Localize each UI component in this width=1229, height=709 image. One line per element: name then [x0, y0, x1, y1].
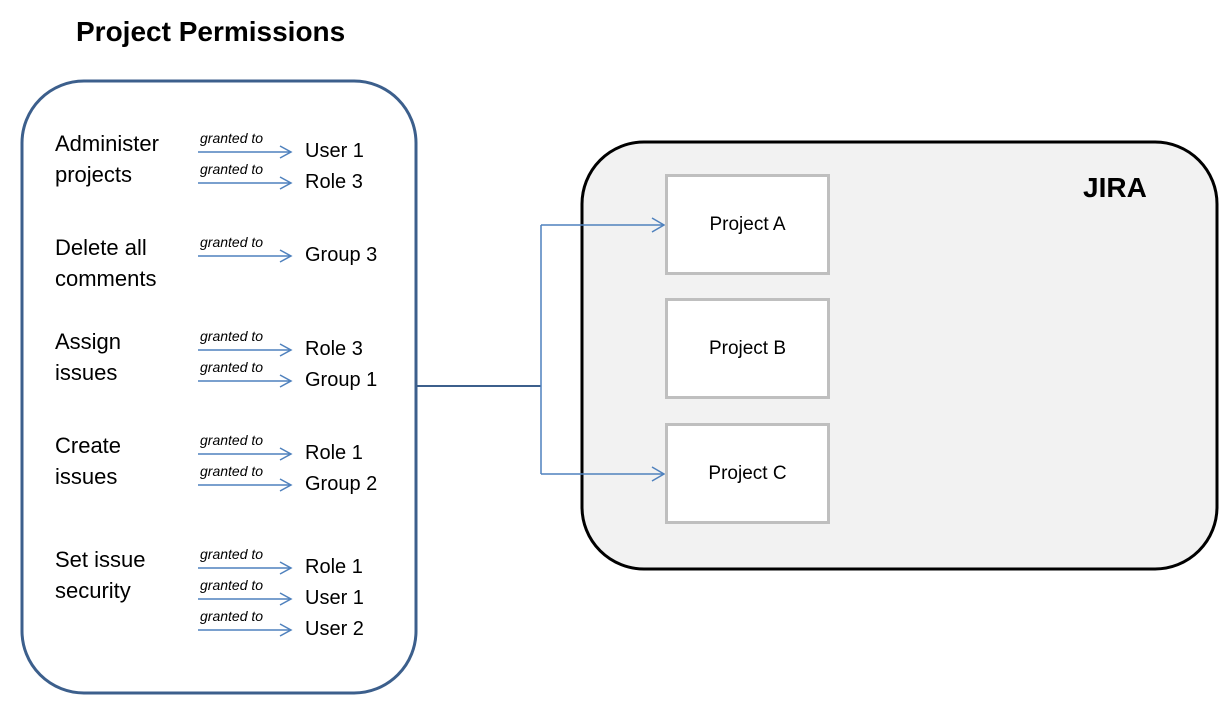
project-c-label: Project C [708, 462, 787, 484]
grantee: User 2 [305, 618, 364, 640]
permission-name: Create issues [55, 433, 122, 489]
grantee: Role 1 [305, 556, 363, 578]
permission-name: Set issue security [55, 547, 146, 603]
granted-to-label: granted to [200, 463, 264, 479]
grantee: Role 3 [305, 338, 363, 360]
grantee: Group 1 [305, 369, 378, 391]
grantee: User 1 [305, 140, 364, 162]
diagram-canvas [20, 79, 1219, 695]
granted-to-label: granted to [200, 432, 264, 448]
project-c-box: Project C [665, 423, 830, 524]
granted-to-label: granted to [200, 577, 264, 593]
granted-to-label: granted to [200, 130, 264, 146]
granted-to-label: granted to [200, 608, 264, 624]
grantee: Role 3 [305, 171, 363, 193]
page-title: Project Permissions [76, 16, 346, 47]
granted-to-label: granted to [200, 328, 264, 344]
project-a-label: Project A [709, 213, 786, 235]
permission-name: Delete all comments [55, 235, 157, 291]
grantee: Role 1 [305, 442, 363, 464]
granted-to-label: granted to [200, 161, 264, 177]
grantee: User 1 [305, 587, 364, 609]
project-a-box: Project A [665, 174, 830, 275]
granted-to-label: granted to [200, 546, 264, 562]
jira-label: JIRA [1083, 172, 1147, 203]
project-b-label: Project B [708, 337, 787, 359]
granted-to-label: granted to [200, 359, 264, 375]
permission-name: Assign issues [55, 329, 122, 385]
permission-name: Administer projects [55, 131, 159, 187]
grantee: Group 2 [305, 473, 378, 495]
project-b-box: Project B [665, 298, 830, 399]
grantee: Group 3 [305, 244, 378, 266]
granted-to-label: granted to [200, 234, 264, 250]
